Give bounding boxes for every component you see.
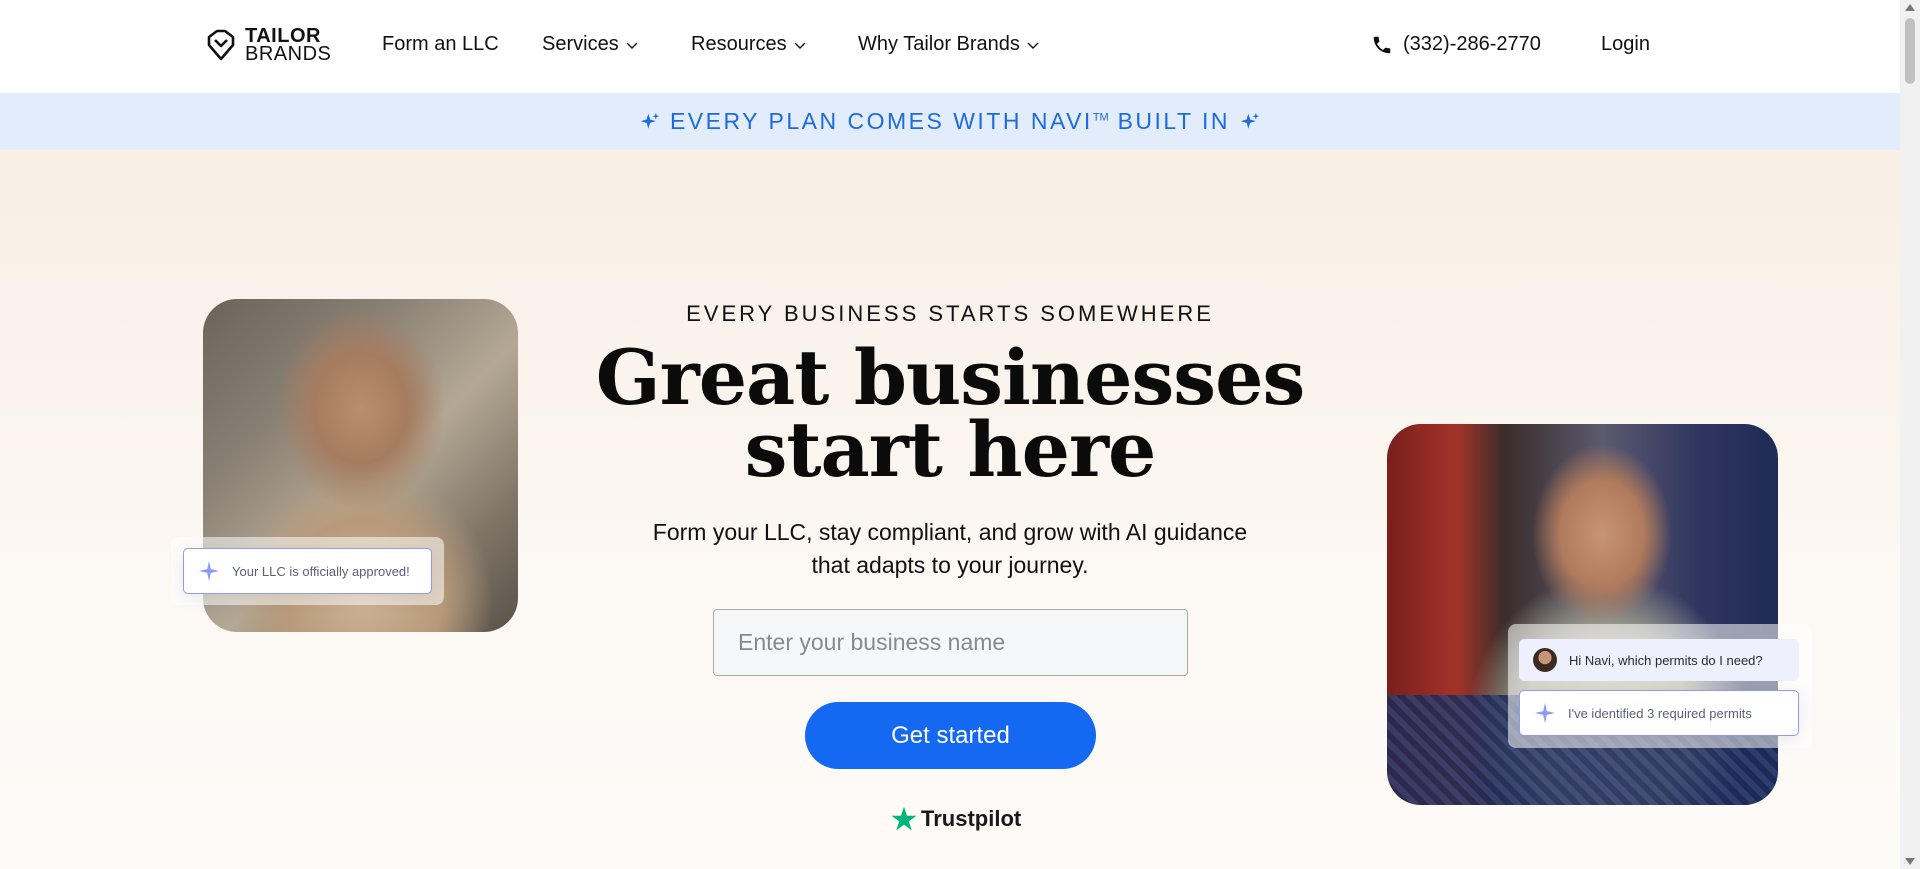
sparkle-icon xyxy=(198,560,220,582)
chevron-down-icon xyxy=(794,42,806,49)
nav-why-tailor-brands[interactable]: Why Tailor Brands xyxy=(858,33,1040,56)
sparkle-icon xyxy=(1534,702,1556,724)
phone-icon xyxy=(1373,36,1391,53)
trustpilot-star-icon xyxy=(891,806,917,831)
navi-question-text: Hi Navi, which permits do I need? xyxy=(1569,652,1763,668)
chevron-down-icon xyxy=(626,42,638,49)
logo-line-2: BRANDS xyxy=(245,43,332,65)
hero-subline: Form your LLC, stay compliant, and grow … xyxy=(652,519,1248,578)
tailor-brands-logo[interactable]: TAILOR BRANDS xyxy=(203,26,332,65)
login-link[interactable]: Login xyxy=(1601,33,1650,56)
tailor-brands-logo-icon xyxy=(207,29,235,61)
avatar xyxy=(1533,648,1557,672)
navi-answer-text: I've identified 3 required permits xyxy=(1568,705,1752,721)
navi-question-chip: Hi Navi, which permits do I need? xyxy=(1519,639,1799,681)
banner-text: EVERY PLAN COMES WITH NAVITM BUILT IN xyxy=(669,108,1231,134)
business-name-input[interactable] xyxy=(713,609,1188,676)
nav-resources[interactable]: Resources xyxy=(691,33,807,56)
llc-approved-text: Your LLC is officially approved! xyxy=(232,563,410,579)
hero-headline: Great businesses start here xyxy=(595,333,1306,494)
trustpilot-label: Trustpilot xyxy=(921,806,1022,831)
scroll-up-arrow-icon[interactable] xyxy=(1905,4,1915,11)
navi-answer-chip: I've identified 3 required permits xyxy=(1519,690,1799,736)
hero-eyebrow: EVERY BUSINESS STARTS SOMEWHERE xyxy=(686,301,1214,326)
chevron-down-icon xyxy=(1027,42,1039,49)
scrollbar-thumb[interactable] xyxy=(1905,18,1915,84)
nav-form-an-llc[interactable]: Form an LLC xyxy=(382,33,499,56)
page-scrollbar[interactable] xyxy=(1900,0,1920,869)
top-navigation: TAILOR BRANDS Form an LLC Services Resou… xyxy=(0,0,1900,93)
phone-number: (332)-286-2770 xyxy=(1403,33,1541,55)
phone-number-link[interactable]: (332)-286-2770 xyxy=(1371,33,1541,56)
sparkle-icon xyxy=(640,112,660,129)
nav-services[interactable]: Services xyxy=(542,33,639,56)
trustpilot-badge[interactable]: Trustpilot xyxy=(890,805,1021,833)
scroll-down-arrow-icon[interactable] xyxy=(1905,858,1915,865)
get-started-button[interactable]: Get started xyxy=(805,702,1096,769)
sparkle-icon xyxy=(1240,112,1260,129)
navi-promo-banner[interactable]: EVERY PLAN COMES WITH NAVITM BUILT IN xyxy=(0,93,1900,150)
llc-approved-chip: Your LLC is officially approved! xyxy=(183,548,432,594)
hero-section: Your LLC is officially approved! EVERY B… xyxy=(0,150,1900,869)
